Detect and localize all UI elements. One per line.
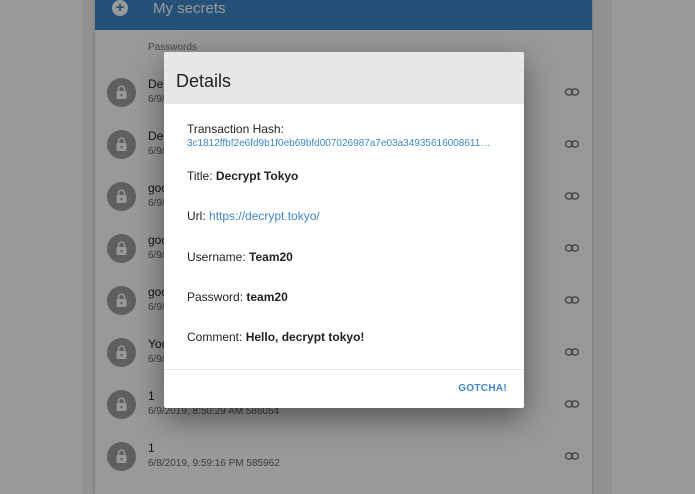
title-value: Decrypt Tokyo xyxy=(215,169,299,183)
title-label: Title: xyxy=(187,169,213,183)
transaction-hash-label: Transaction Hash: xyxy=(187,122,284,136)
comment-value: Hello, decrypt tokyo! xyxy=(245,330,365,344)
password-field: Password: team20 xyxy=(187,290,288,304)
url-label: Url: xyxy=(187,209,206,223)
dialog-title: Details xyxy=(176,71,232,91)
comment-field: Comment: Hello, decrypt tokyo! xyxy=(187,330,364,344)
title-field: Title: Decrypt Tokyo xyxy=(187,169,298,183)
dialog-divider xyxy=(164,369,524,370)
username-value: Team20 xyxy=(249,250,293,264)
gotcha-button[interactable]: GOTCHA! xyxy=(458,383,507,394)
url-link[interactable]: https://decrypt.tokyo/ xyxy=(209,209,320,223)
comment-label: Comment: xyxy=(187,330,243,344)
details-dialog: Details Transaction Hash: 3c1812ffbf2e6f… xyxy=(164,52,524,408)
username-field: Username: Team20 xyxy=(187,250,293,264)
url-field: Url: https://decrypt.tokyo/ xyxy=(187,209,320,223)
transaction-hash-link[interactable]: 3c1812ffbf2e6fd9b1f0eb69bfd007026987a7e0… xyxy=(187,138,501,149)
password-label: Password: xyxy=(187,290,244,304)
password-value: team20 xyxy=(246,290,288,304)
username-label: Username: xyxy=(187,250,246,264)
